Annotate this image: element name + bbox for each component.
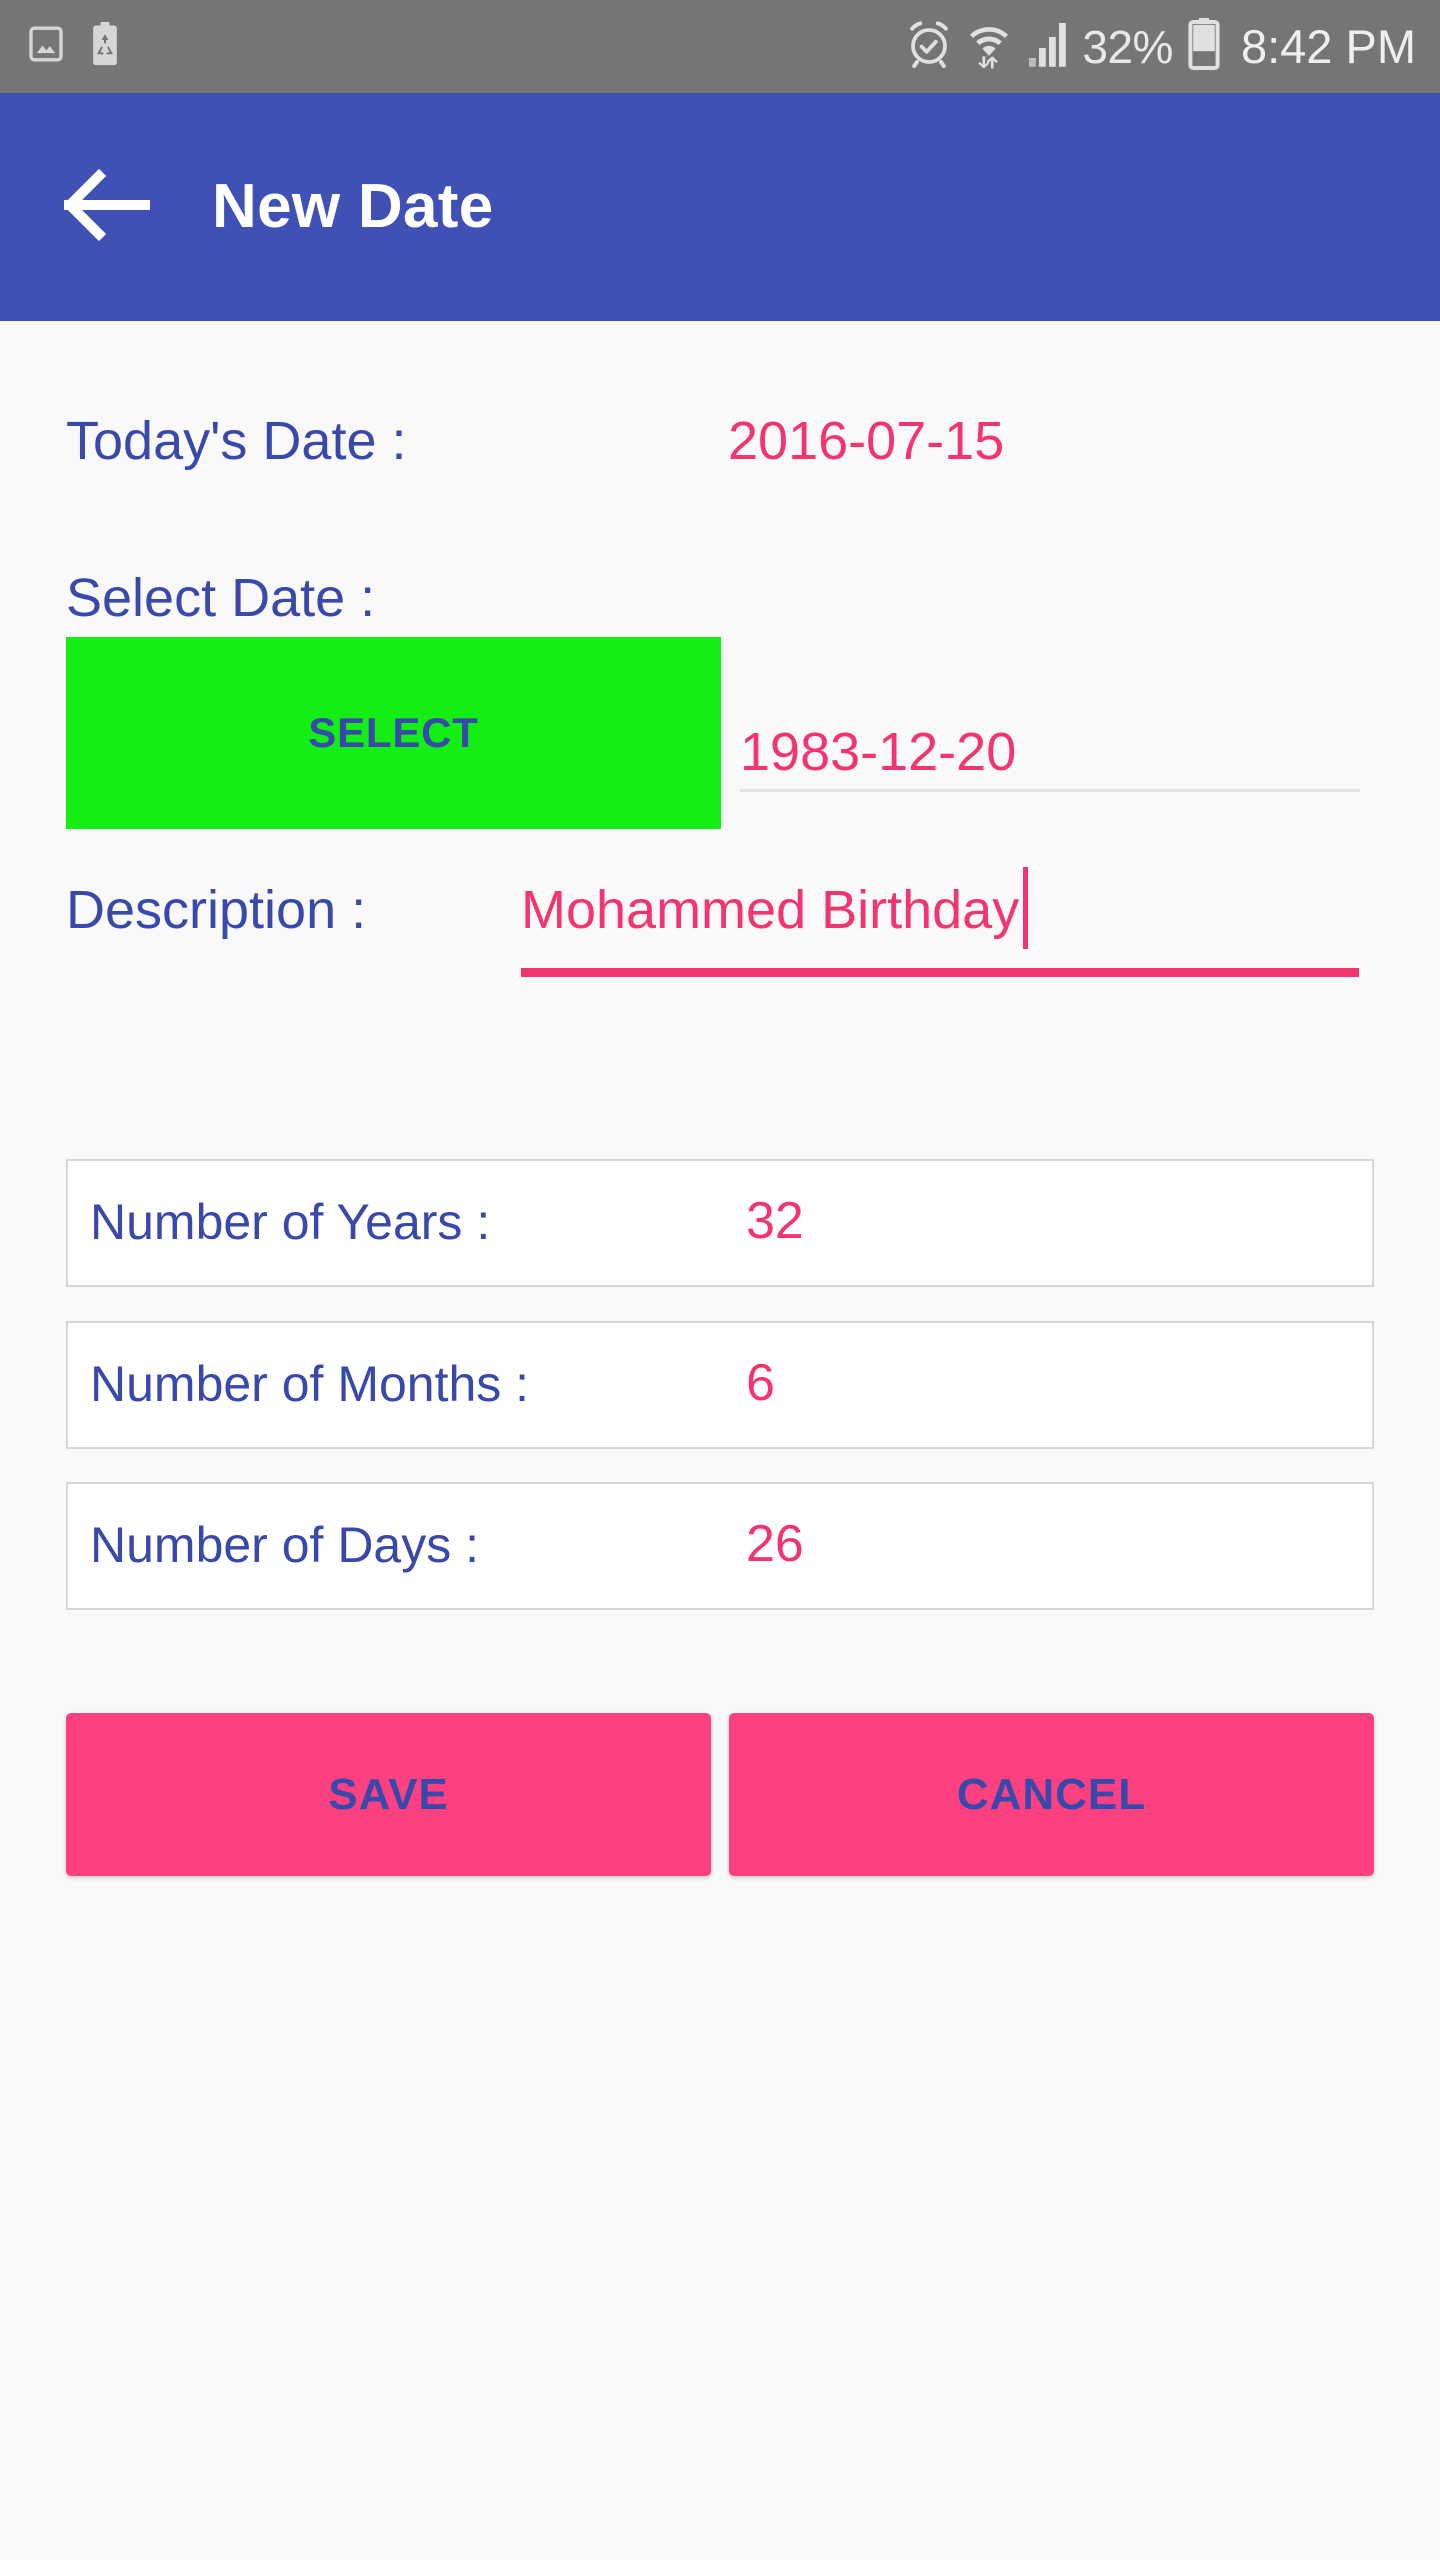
battery-icon <box>1186 18 1222 75</box>
status-bar-right-cluster: 32% 8:42 PM <box>905 18 1416 75</box>
info-row-years: Number of Years : 32 <box>66 1159 1374 1287</box>
info-row-value: 6 <box>746 1354 775 1412</box>
cancel-button-label: CANCEL <box>956 1769 1147 1819</box>
form-content: Today's Date : 2016-07-15 Select Date : … <box>0 321 1440 2560</box>
back-arrow-icon <box>62 168 152 247</box>
save-button[interactable]: SAVE <box>66 1713 711 1876</box>
selected-date-underline <box>740 789 1360 792</box>
todays-date-label: Today's Date : <box>66 411 407 471</box>
alarm-clock-icon <box>905 19 953 74</box>
status-bar-left-icons <box>26 22 122 71</box>
info-row-days: Number of Days : 26 <box>66 1482 1374 1610</box>
selected-date-value: 1983-12-20 <box>740 722 1017 782</box>
description-underline <box>521 968 1359 977</box>
description-row: Description : Mohammed Birthday <box>66 861 1366 991</box>
app-bar: New Date <box>0 93 1440 321</box>
info-row-value: 32 <box>746 1192 804 1250</box>
save-button-label: SAVE <box>328 1769 449 1819</box>
info-row-value: 26 <box>746 1515 804 1573</box>
signal-bars-icon <box>1025 20 1069 73</box>
selected-date-field[interactable]: 1983-12-20 <box>740 637 1360 795</box>
description-value: Mohammed Birthday <box>521 880 1020 940</box>
clock-label: 8:42 PM <box>1240 20 1416 73</box>
back-button[interactable] <box>48 147 168 267</box>
info-row-label: Number of Years : <box>90 1194 491 1250</box>
todays-date-row: Today's Date : 2016-07-15 <box>66 414 1376 474</box>
select-date-label: Select Date : <box>66 568 376 628</box>
description-input[interactable]: Mohammed Birthday <box>521 861 1361 979</box>
select-date-button-label: SELECT <box>308 709 479 756</box>
page-title: New Date <box>212 172 494 241</box>
todays-date-value: 2016-07-15 <box>728 411 1005 471</box>
cancel-button[interactable]: CANCEL <box>729 1713 1374 1876</box>
info-row-label: Number of Days : <box>90 1517 480 1573</box>
battery-recycle-icon <box>88 22 122 71</box>
text-cursor <box>1023 867 1028 949</box>
image-icon <box>26 23 66 70</box>
wifi-icon <box>966 19 1012 74</box>
battery-percent-label: 32% <box>1082 20 1173 73</box>
info-row-label: Number of Months : <box>90 1356 530 1412</box>
status-bar: 32% 8:42 PM <box>0 0 1440 93</box>
info-row-months: Number of Months : 6 <box>66 1321 1374 1449</box>
select-date-button[interactable]: SELECT <box>66 637 721 829</box>
description-label: Description : <box>66 880 367 940</box>
